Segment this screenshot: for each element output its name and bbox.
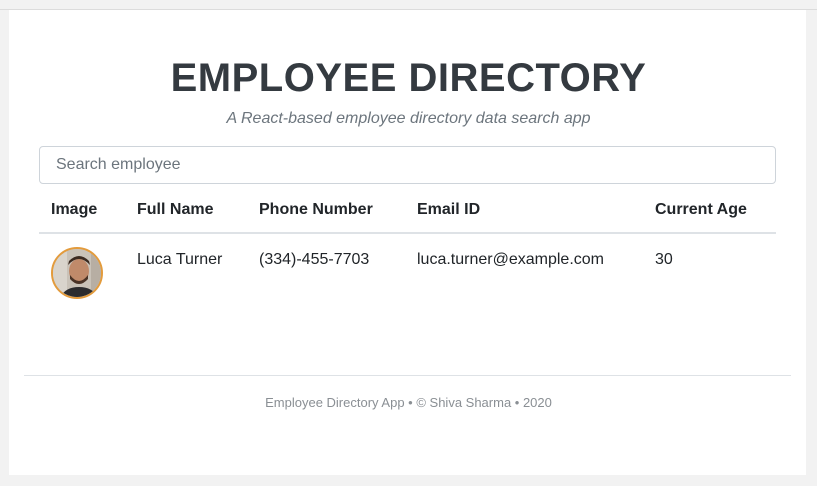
page-subtitle: A React-based employee directory data se… xyxy=(226,110,591,127)
column-header-email[interactable]: Email ID xyxy=(417,201,480,219)
search-input[interactable] xyxy=(39,146,776,184)
page-title: EMPLOYEE DIRECTORY xyxy=(170,56,647,100)
column-header-image[interactable]: Image xyxy=(51,201,97,219)
footer-text: Employee Directory App • © Shiva Sharma … xyxy=(265,395,552,410)
cell-full-name: Luca Turner xyxy=(137,251,223,268)
table-row: Luca Turner (334)-455-7703 luca.turner@e… xyxy=(39,235,776,305)
avatar xyxy=(51,247,103,299)
cell-age: 30 xyxy=(655,251,673,268)
footer-divider xyxy=(24,375,791,376)
cell-email: luca.turner@example.com xyxy=(417,251,604,268)
table-header: Image Full Name Phone Number Email ID Cu… xyxy=(39,184,776,234)
column-header-phone[interactable]: Phone Number xyxy=(259,201,373,219)
cell-phone: (334)-455-7703 xyxy=(259,251,370,268)
column-header-age[interactable]: Current Age xyxy=(655,201,747,219)
column-header-full-name[interactable]: Full Name xyxy=(137,201,213,219)
